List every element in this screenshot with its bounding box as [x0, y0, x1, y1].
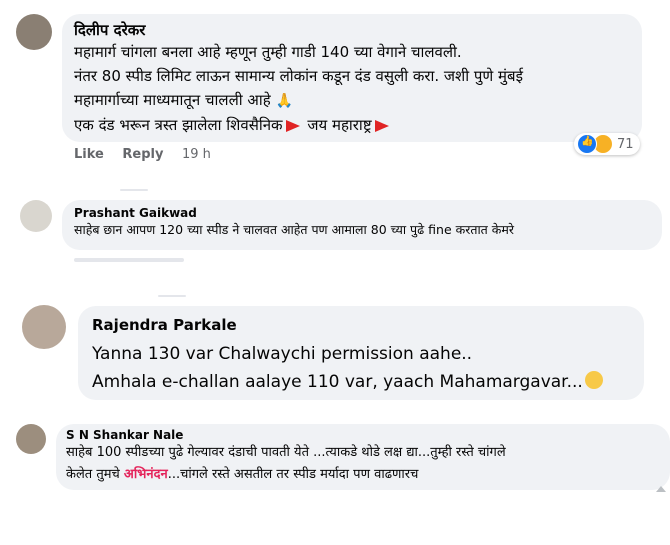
comment-text-line: Yanna 130 var Chalwaychi permission aahe…	[92, 344, 473, 364]
comment-text: एक दंड भरून त्रस्त झालेला शिवसैनिक	[74, 116, 283, 134]
comment-bubble: Rajendra Parkale Yanna 130 var Chalwaych…	[78, 306, 644, 400]
separator	[120, 189, 148, 191]
comment-text-line: महामार्गाच्या माध्यमातून चालली आहे 🙏	[74, 88, 630, 113]
avatar[interactable]	[16, 14, 52, 50]
flag-icon	[374, 119, 389, 132]
comment-text: महामार्गाच्या माध्यमातून चालली आहे	[74, 91, 271, 109]
comment-bubble: दिलीप दरेकर महामार्ग चांगला बनला आहे म्ह…	[62, 14, 642, 142]
comment-text-line: केलेत तुमचे अभिनंदन...चांगले रस्ते असतील…	[66, 464, 660, 486]
comment-text-line: साहेब छान आपण 120 च्या स्पीड ने चालवत आह…	[74, 222, 514, 237]
pensive-face-icon	[584, 371, 603, 389]
comment-text: केलेत तुमचे	[66, 467, 124, 482]
separator	[158, 295, 186, 297]
folded-hands-icon: 🙏	[275, 93, 293, 109]
comment-text-line: एक दंड भरून त्रस्त झालेला शिवसैनिक जय मह…	[74, 113, 630, 137]
comment-text-line: Amhala e-challan aalaye 110 var, yaach M…	[92, 368, 630, 396]
comment-text-line: नंतर 80 स्पीड लिमिट लाऊन सामान्य लोकांन …	[74, 67, 523, 85]
reply-button[interactable]: Reply	[122, 147, 163, 162]
avatar[interactable]	[16, 424, 46, 454]
separator	[74, 258, 184, 262]
comment-bubble: Prashant Gaikwad साहेब छान आपण 120 च्या …	[62, 200, 662, 250]
reaction-summary[interactable]: 71	[574, 133, 640, 155]
comment-text: जय महाराष्ट्र	[307, 116, 372, 134]
comment-text: ...चांगले रस्ते असतील तर स्पीड मर्यादा प…	[167, 467, 419, 482]
comment-actions: Like Reply 19 h	[74, 147, 225, 162]
comment-text-line: महामार्ग चांगला बनला आहे म्हणून तुम्ही ग…	[74, 43, 462, 61]
comment-author[interactable]: Prashant Gaikwad	[74, 206, 650, 220]
comment-author[interactable]: S N Shankar Nale	[66, 428, 660, 442]
like-icon	[577, 134, 597, 154]
comment-author[interactable]: Rajendra Parkale	[92, 316, 630, 334]
scroll-arrow-icon[interactable]	[656, 486, 666, 492]
comment-text-line: साहेब 100 स्पीडच्या पुढे गेल्यावर दंडाची…	[66, 445, 506, 460]
comment-author[interactable]: दिलीप दरेकर	[74, 20, 630, 40]
like-button[interactable]: Like	[74, 147, 104, 162]
comment-bubble: S N Shankar Nale साहेब 100 स्पीडच्या पुढ…	[56, 424, 670, 490]
comment-text: Amhala e-challan aalaye 110 var, yaach M…	[92, 372, 583, 392]
comment-timestamp[interactable]: 19 h	[182, 147, 211, 162]
flag-icon	[285, 119, 300, 132]
hashtag-link[interactable]: अभिनंदन	[124, 467, 168, 482]
reaction-count: 71	[617, 136, 634, 152]
avatar[interactable]	[20, 200, 52, 232]
avatar[interactable]	[22, 305, 66, 349]
